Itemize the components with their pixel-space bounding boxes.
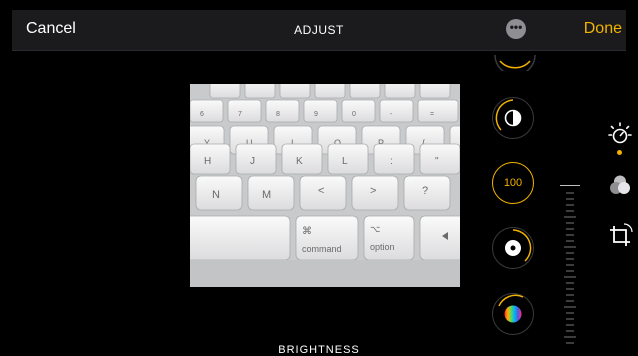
page-title: ADJUST [294,23,344,37]
brightness-slider[interactable] [560,185,580,345]
key-question: ? [422,185,428,197]
key-sub-6: = [430,111,434,118]
ellipsis-icon[interactable]: ••• [506,19,526,39]
key-sub-0: 6 [200,111,204,118]
key-sub-3: 9 [314,111,318,118]
key-greater: > [370,185,376,197]
contrast-dial[interactable] [492,97,534,139]
key-j: J [250,156,255,167]
done-button[interactable]: Done [584,20,622,38]
key-l: L [342,156,348,167]
option-label: option [370,242,395,252]
brightness-value: 100 [503,177,523,189]
color-wheel-icon [498,294,524,323]
active-tool-indicator [617,150,622,155]
command-label: command [302,244,342,254]
contrast-icon [495,99,522,131]
auto-dial-partial[interactable] [490,51,540,71]
adjustment-dials: 100 [490,54,540,355]
key-h: H [204,156,211,167]
key-sub-2: 8 [276,111,280,118]
command-symbol: ⌘ [302,226,312,237]
key-sub-1: 7 [238,111,242,118]
adjustment-label: BRIGHTNESS [278,344,360,356]
key-colon: : [390,156,393,167]
key-n: N [212,189,220,201]
key-less: < [318,185,324,197]
key-k: K [296,156,303,167]
keyboard-photo: 6 7 8 9 0 - = Y U I O P {H J K L: " N … [190,84,460,287]
key-m: M [262,189,271,201]
filters-tool-icon[interactable] [606,172,634,200]
top-bar: Cancel ADJUST ••• Done [12,10,626,51]
crop-tool-icon[interactable] [606,222,634,250]
brightness-dial[interactable]: 100 [492,162,534,204]
key-sub-4: 0 [352,111,356,118]
key-quote: " [435,156,439,167]
adjust-tool-icon[interactable] [606,120,634,148]
option-symbol: ⌥ [370,224,380,234]
color-wheel-dial[interactable] [492,293,534,335]
black-point-dial[interactable] [492,227,534,269]
photo-preview: 6 7 8 9 0 - = Y U I O P {H J K L: " N … [190,84,460,287]
black-point-icon [505,229,532,262]
